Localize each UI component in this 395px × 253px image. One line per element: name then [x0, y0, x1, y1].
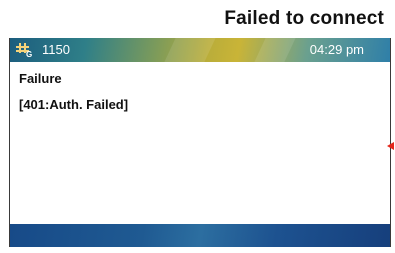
message-detail: [401:Auth. Failed] [19, 97, 129, 112]
phone-display: G 1150 04:29 pm Failure [401:Auth. Faile… [9, 38, 391, 247]
message-title: Failure [19, 71, 62, 86]
screen-caption: Failed to connect [224, 8, 384, 29]
status-bar-sheen [254, 38, 296, 62]
status-bar: G 1150 04:29 pm [10, 38, 390, 62]
status-clock: 04:29 pm [309, 42, 364, 57]
softkey-bar[interactable] [10, 224, 390, 247]
extension-number: 1150 [42, 42, 70, 57]
status-bar-sheen [164, 38, 216, 62]
phone-line-status-icon: G [16, 43, 32, 58]
message-area: Failure [401:Auth. Failed] [10, 62, 390, 224]
svg-text:G: G [26, 50, 32, 58]
red-pointer-arrow-icon [387, 142, 394, 150]
